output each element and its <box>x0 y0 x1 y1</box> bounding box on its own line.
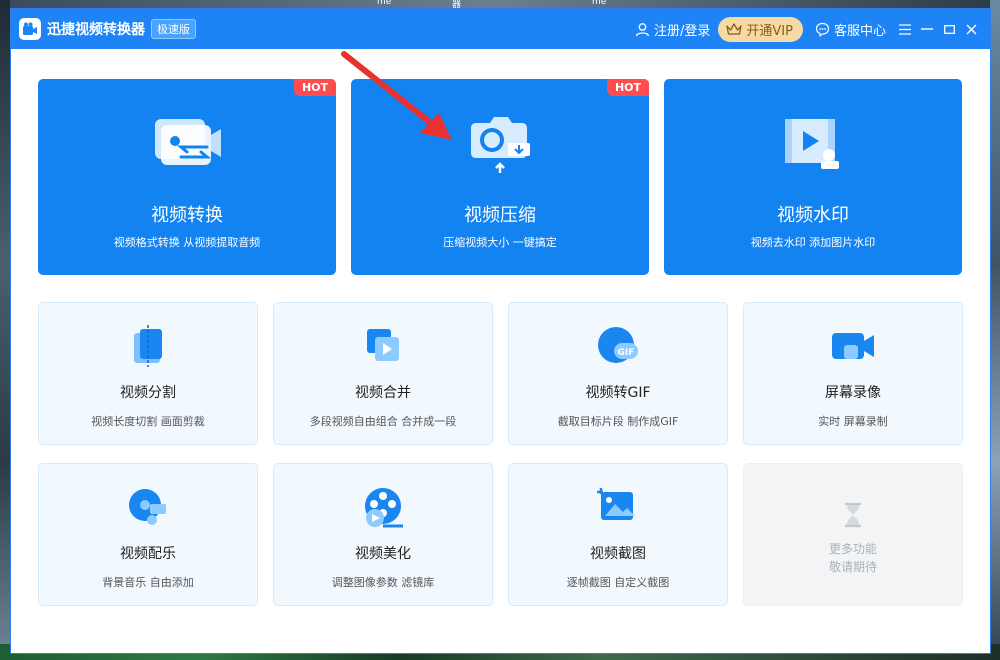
feature-card-video-convert[interactable]: HOT 视频转换 视频格式转换 从视频提取音频 <box>38 79 336 275</box>
tool-grid: 视频分割 视频长度切割 画面剪裁 视频合并 多段视频自由组合 合并成一段 GIF… <box>38 302 963 606</box>
desktop-background-left <box>0 0 10 660</box>
more-line-2: 敬请期待 <box>828 560 877 574</box>
feature-card-desc: 压缩视频大小 一键搞定 <box>443 236 557 249</box>
hourglass-icon <box>845 502 861 528</box>
tool-desc: 背景音乐 自由添加 <box>102 576 194 589</box>
tool-desc: 逐帧截图 自定义截图 <box>566 576 670 589</box>
tool-video-music[interactable]: 视频配乐 背景音乐 自由添加 <box>38 463 258 606</box>
tool-video-merge[interactable]: 视频合并 多段视频自由组合 合并成一段 <box>273 302 493 445</box>
tool-video-beautify[interactable]: 视频美化 调整图像参数 滤镜库 <box>273 463 493 606</box>
feature-card-title: 视频水印 <box>777 205 849 226</box>
login-button[interactable]: 注册/登录 <box>635 20 710 39</box>
minimize-icon[interactable] <box>916 18 938 40</box>
title-bar: 迅捷视频转换器 极速版 注册/登录 开通VIP 客服中心 <box>11 9 990 49</box>
tool-title: 屏幕录像 <box>825 385 881 401</box>
video-merge-icon <box>367 329 399 361</box>
window-controls <box>894 18 982 40</box>
tool-desc: 调整图像参数 滤镜库 <box>331 576 435 589</box>
menu-icon[interactable] <box>894 18 916 40</box>
feature-card-desc: 视频去水印 添加图片水印 <box>750 236 876 249</box>
feature-card-title: 视频转换 <box>151 205 223 226</box>
vip-label: 开通VIP <box>746 23 793 39</box>
support-label: 客服中心 <box>833 23 886 39</box>
edition-badge: 极速版 <box>151 19 196 39</box>
screenshot-icon <box>597 488 635 520</box>
main-content: HOT 视频转换 视频格式转换 从视频提取音频 HOT 视频压缩 压缩视频大小 … <box>11 49 990 606</box>
tool-title: 视频截图 <box>590 546 646 562</box>
desktop-background-right <box>990 0 1000 660</box>
more-line-1: 更多功能 <box>828 542 877 556</box>
video-watermark-icon <box>785 119 839 169</box>
app-window: 迅捷视频转换器 极速版 注册/登录 开通VIP 客服中心 HOT 视频转换 视频… <box>10 8 991 654</box>
tool-desc: 视频长度切割 画面剪裁 <box>91 415 205 428</box>
svg-text:GIF: GIF <box>618 348 635 358</box>
tool-title: 视频配乐 <box>120 546 176 562</box>
tool-desc: 截取目标片段 制作成GIF <box>557 415 679 428</box>
tool-screen-record[interactable]: 屏幕录像 实时 屏幕录制 <box>743 302 963 445</box>
tool-title: 视频合并 <box>355 385 411 401</box>
app-title: 迅捷视频转换器 <box>47 22 145 38</box>
screen-record-icon <box>832 333 874 359</box>
crown-icon <box>726 23 743 35</box>
tool-video-split[interactable]: 视频分割 视频长度切割 画面剪裁 <box>38 302 258 445</box>
feature-card-desc: 视频格式转换 从视频提取音频 <box>113 236 261 249</box>
login-label: 注册/登录 <box>654 23 711 39</box>
desktop-label: me <box>377 0 392 7</box>
desktop-label: me <box>592 0 607 7</box>
maximize-icon[interactable] <box>938 18 960 40</box>
tool-video-screenshot[interactable]: 视频截图 逐帧截图 自定义截图 <box>508 463 728 606</box>
support-button[interactable]: 客服中心 <box>815 20 886 39</box>
close-icon[interactable] <box>960 18 982 40</box>
gif-icon: GIF <box>598 327 638 363</box>
video-convert-icon <box>155 119 221 165</box>
app-logo-icon <box>19 18 41 40</box>
tool-title: 视频转GIF <box>585 385 651 401</box>
feature-cards: HOT 视频转换 视频格式转换 从视频提取音频 HOT 视频压缩 压缩视频大小 … <box>38 79 962 275</box>
music-disc-icon <box>129 489 166 525</box>
tool-desc: 多段视频自由组合 合并成一段 <box>309 415 457 428</box>
feature-card-video-watermark[interactable]: 视频水印 视频去水印 添加图片水印 <box>664 79 962 275</box>
user-icon <box>635 22 650 36</box>
tool-desc: 实时 屏幕录制 <box>818 415 888 428</box>
tool-title: 视频美化 <box>355 546 411 562</box>
hot-badge: HOT <box>293 79 336 96</box>
chat-icon <box>815 22 830 37</box>
feature-card-title: 视频压缩 <box>464 205 536 226</box>
video-compress-icon <box>471 117 530 173</box>
hot-badge: HOT <box>606 79 649 96</box>
tool-video-to-gif[interactable]: GIF 视频转GIF 截取目标片段 制作成GIF <box>508 302 728 445</box>
video-split-icon <box>134 325 162 367</box>
tool-more-coming: 更多功能 敬请期待 <box>743 463 963 606</box>
feature-card-video-compress[interactable]: HOT 视频压缩 压缩视频大小 一键搞定 <box>351 79 649 275</box>
tool-title: 视频分割 <box>120 385 176 401</box>
film-reel-icon <box>365 488 403 528</box>
vip-button[interactable]: 开通VIP <box>718 16 803 42</box>
desktop-top-labels: me 器 me <box>0 0 1000 10</box>
